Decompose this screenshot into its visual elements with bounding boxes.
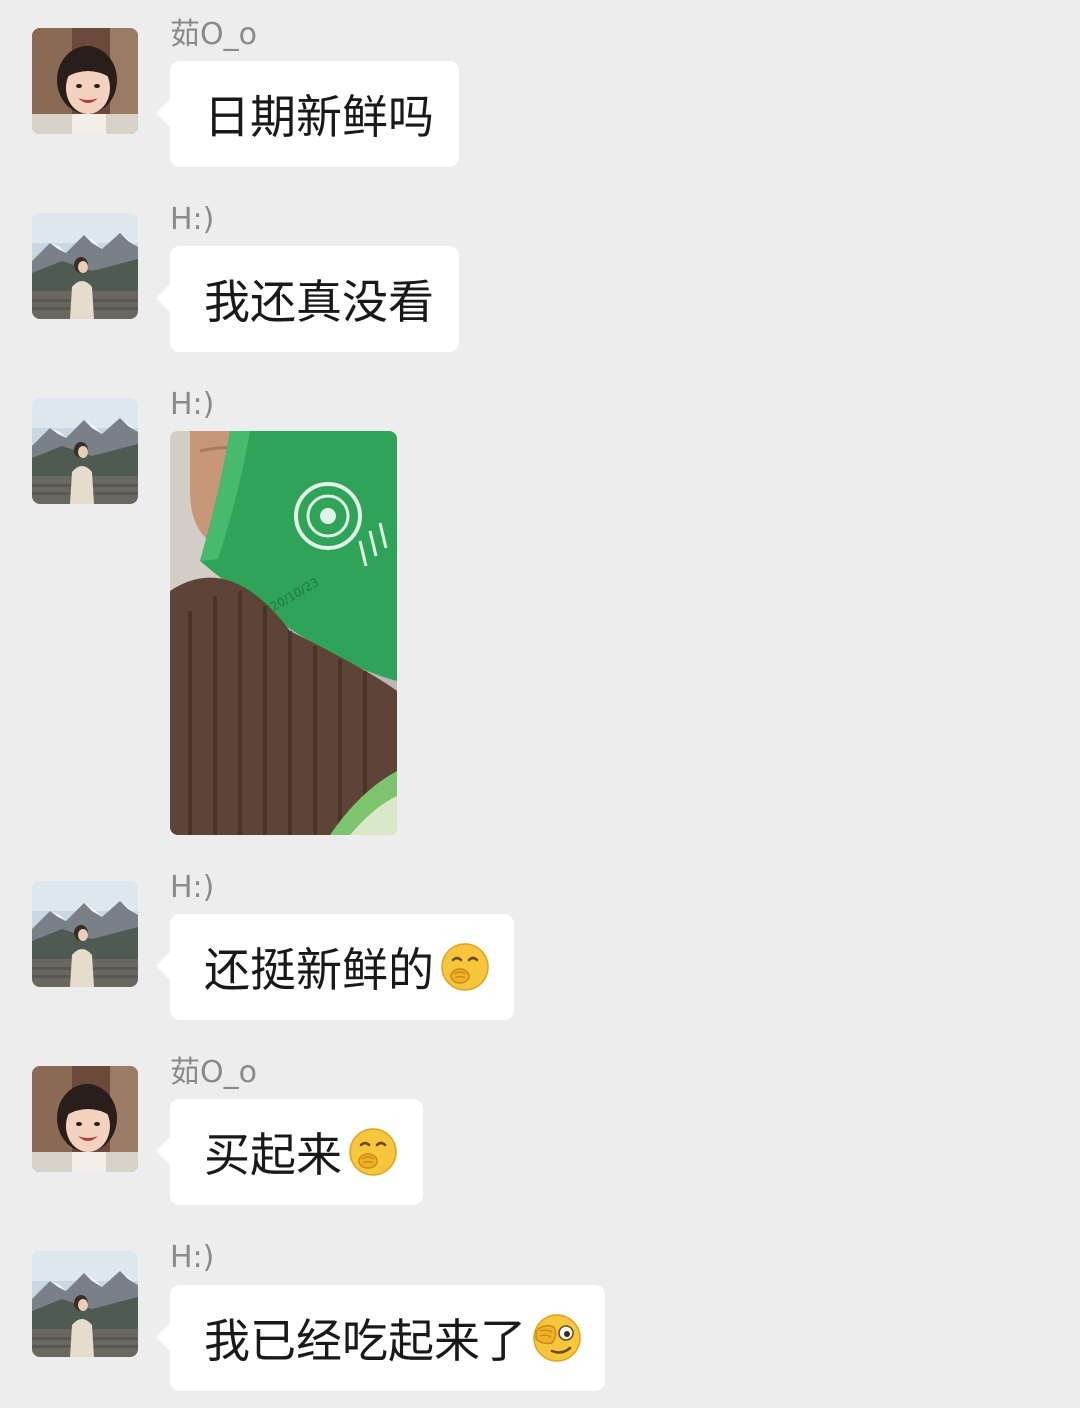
avatar-girl-icon bbox=[32, 1066, 138, 1172]
facepalm-peek-emoji-icon bbox=[532, 1313, 582, 1363]
sender-name: H:) bbox=[170, 870, 215, 905]
message-text: 我还真没看 bbox=[204, 275, 434, 329]
avatar[interactable] bbox=[32, 1251, 138, 1357]
message-bubble[interactable]: 还挺新鲜的 bbox=[156, 914, 514, 1020]
avatar-girl-icon bbox=[32, 28, 138, 134]
message-text: 日期新鲜吗 bbox=[204, 90, 434, 144]
message-text: 买起来 bbox=[204, 1128, 342, 1182]
avatar-mountain-icon bbox=[32, 398, 138, 504]
message-photo[interactable]: 2020/10/23 bbox=[170, 431, 397, 835]
sender-name: H:) bbox=[170, 387, 215, 422]
message-bubble[interactable]: 日期新鲜吗 bbox=[156, 61, 459, 167]
sender-name: H:) bbox=[170, 1240, 215, 1275]
sender-name: H:) bbox=[170, 202, 215, 237]
avatar[interactable] bbox=[32, 213, 138, 319]
giggle-emoji-icon bbox=[440, 942, 490, 992]
avatar[interactable] bbox=[32, 1066, 138, 1172]
avatar-mountain-icon bbox=[32, 213, 138, 319]
sender-name: 茹O_o bbox=[170, 1055, 257, 1090]
sender-name: 茹O_o bbox=[170, 17, 257, 52]
avatar-mountain-icon bbox=[32, 1251, 138, 1357]
avatar-mountain-icon bbox=[32, 881, 138, 987]
giggle-emoji-icon bbox=[348, 1127, 398, 1177]
photo-green-package-icon: 2020/10/23 bbox=[170, 431, 397, 835]
message-bubble[interactable]: 买起来 bbox=[156, 1099, 423, 1205]
message-text: 还挺新鲜的 bbox=[204, 943, 434, 997]
avatar[interactable] bbox=[32, 398, 138, 504]
avatar[interactable] bbox=[32, 881, 138, 987]
message-bubble[interactable]: 我还真没看 bbox=[156, 246, 459, 352]
message-bubble[interactable]: 我已经吃起来了 bbox=[156, 1285, 605, 1391]
avatar[interactable] bbox=[32, 28, 138, 134]
message-text: 我已经吃起来了 bbox=[204, 1314, 526, 1368]
